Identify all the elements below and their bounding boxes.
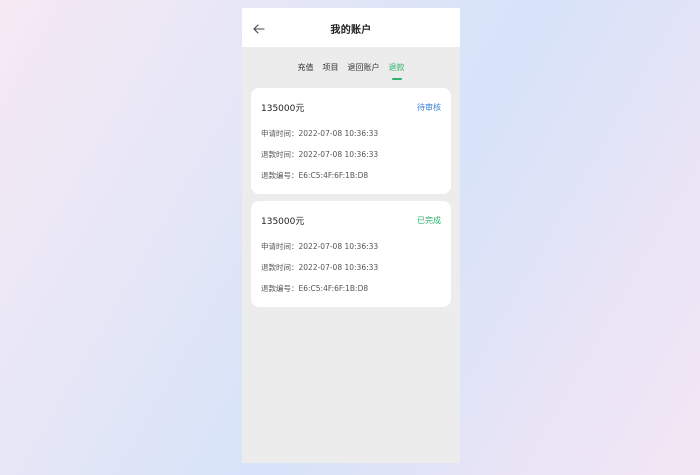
refund-number-row: 退款编号：E6:C5:4F:6F:1B:D8 <box>261 170 368 181</box>
refund-amount: 135000元 <box>261 104 305 114</box>
refund-time-label: 退款时间： <box>261 263 299 272</box>
tab-refund[interactable]: 退款 <box>389 62 405 82</box>
refund-amount: 135000元 <box>261 217 305 227</box>
apply-time-row: 申请时间：2022-07-08 10:36:33 <box>261 128 378 139</box>
status-badge: 已完成 <box>417 216 441 225</box>
apply-time-value: 2022-07-08 10:36:33 <box>298 242 379 251</box>
apply-time-label: 申请时间： <box>261 242 299 251</box>
refund-time-row: 退款时间：2022-07-08 10:36:33 <box>261 262 378 273</box>
tab-return-account[interactable]: 退回账户 <box>348 62 380 82</box>
refund-number-label: 退款编号： <box>261 284 299 293</box>
tab-recharge[interactable]: 充值 <box>298 62 314 82</box>
status-badge: 待审核 <box>417 103 441 112</box>
refund-time-value: 2022-07-08 10:36:33 <box>298 150 379 159</box>
refund-number-value: E6:C5:4F:6F:1B:D8 <box>298 284 369 293</box>
refund-time-label: 退款时间： <box>261 150 299 159</box>
refund-number-row: 退款编号：E6:C5:4F:6F:1B:D8 <box>261 283 368 294</box>
phone-screen: 我的账户 充值 项目 退回账户 退款 135000元 待审核 申请时间：2022… <box>242 8 460 463</box>
refund-time-value: 2022-07-08 10:36:33 <box>298 263 379 272</box>
apply-time-label: 申请时间： <box>261 129 299 138</box>
refund-card[interactable]: 135000元 已完成 申请时间：2022-07-08 10:36:33 退款时… <box>251 201 451 307</box>
refund-time-row: 退款时间：2022-07-08 10:36:33 <box>261 149 378 160</box>
tab-projects[interactable]: 项目 <box>323 62 339 82</box>
refund-number-label: 退款编号： <box>261 171 299 180</box>
apply-time-row: 申请时间：2022-07-08 10:36:33 <box>261 241 378 252</box>
refund-card[interactable]: 135000元 待审核 申请时间：2022-07-08 10:36:33 退款时… <box>251 88 451 194</box>
refund-number-value: E6:C5:4F:6F:1B:D8 <box>298 171 369 180</box>
tab-bar: 充值 项目 退回账户 退款 <box>242 62 460 84</box>
header-bar: 我的账户 <box>242 8 460 47</box>
apply-time-value: 2022-07-08 10:36:33 <box>298 129 379 138</box>
page-title: 我的账户 <box>330 25 372 36</box>
